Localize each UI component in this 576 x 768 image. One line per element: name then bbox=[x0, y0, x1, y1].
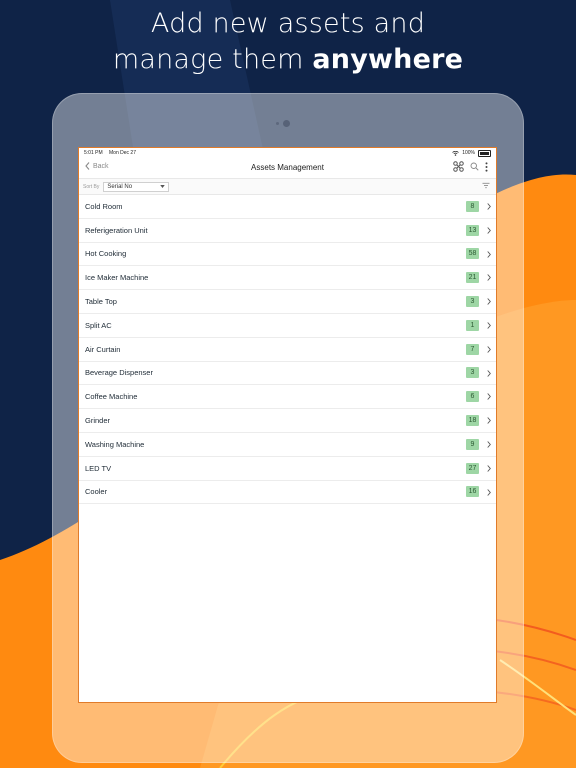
asset-name: Cold Room bbox=[85, 201, 123, 211]
chevron-right-icon bbox=[487, 274, 491, 282]
sort-selected-value: Serial No bbox=[107, 183, 133, 190]
asset-name: Grinder bbox=[85, 416, 111, 426]
asset-name: Beverage Dispenser bbox=[85, 368, 153, 378]
tablet-sensor bbox=[276, 122, 279, 125]
status-time: 5:01 PM bbox=[84, 150, 103, 156]
chevron-right-icon bbox=[487, 227, 491, 234]
asset-name: Cooler bbox=[85, 487, 108, 497]
chevron-right-icon bbox=[487, 298, 491, 305]
asset-name: Table Top bbox=[85, 297, 117, 307]
asset-row[interactable]: Hot Cooking 58 bbox=[79, 243, 496, 267]
asset-row[interactable]: LED TV 27 bbox=[79, 457, 496, 481]
asset-count-badge: 1 bbox=[466, 319, 479, 331]
nav-actions bbox=[453, 161, 488, 172]
asset-name: Ice Maker Machine bbox=[85, 273, 149, 283]
chevron-right-icon bbox=[487, 203, 491, 210]
asset-name: Washing Machine bbox=[85, 439, 145, 449]
battery-icon bbox=[478, 149, 491, 157]
more-vertical-icon[interactable] bbox=[485, 161, 488, 172]
qr-scan-icon[interactable] bbox=[453, 161, 464, 172]
sort-label: Sort By bbox=[83, 183, 100, 190]
asset-row[interactable]: Air Curtain 7 bbox=[79, 338, 496, 362]
asset-row[interactable]: Coffee Machine 6 bbox=[79, 385, 496, 410]
asset-count-badge: 9 bbox=[466, 438, 479, 450]
sort-bar: Sort By Serial No bbox=[79, 179, 496, 195]
asset-row[interactable]: Ice Maker Machine 21 bbox=[79, 266, 496, 291]
chevron-right-icon bbox=[487, 322, 491, 329]
chevron-right-icon bbox=[487, 417, 491, 424]
asset-count-badge: 13 bbox=[466, 224, 479, 236]
wifi-icon bbox=[452, 150, 459, 156]
asset-count-badge: 6 bbox=[466, 391, 479, 403]
battery-percent: 100% bbox=[462, 150, 475, 156]
asset-name: Hot Cooking bbox=[85, 249, 127, 259]
promo-headline: Add new assets and manage them anywhere bbox=[0, 6, 576, 78]
chevron-right-icon bbox=[487, 488, 491, 496]
asset-name: LED TV bbox=[85, 463, 112, 473]
asset-row[interactable]: Cold Room 8 bbox=[79, 195, 496, 219]
tablet-camera bbox=[283, 120, 290, 127]
asset-row[interactable]: Cooler 16 bbox=[79, 481, 496, 505]
asset-name: Referigeration Unit bbox=[85, 225, 148, 235]
asset-count-badge: 21 bbox=[466, 272, 479, 284]
nav-bar: Back Assets Management bbox=[79, 158, 496, 179]
asset-count-badge: 3 bbox=[466, 367, 479, 379]
asset-row[interactable]: Grinder 18 bbox=[79, 409, 496, 433]
asset-row[interactable]: Split AC 1 bbox=[79, 314, 496, 338]
chevron-right-icon bbox=[487, 441, 491, 448]
chevron-right-icon bbox=[487, 393, 491, 401]
headline-line-2: manage them anywhere bbox=[0, 42, 576, 78]
status-left: 5:01 PM Mon Dec 27 bbox=[84, 150, 141, 156]
asset-count-badge: 7 bbox=[466, 343, 479, 355]
search-icon[interactable] bbox=[470, 162, 479, 171]
headline-line-2-text: manage them bbox=[112, 44, 313, 75]
asset-row[interactable]: Beverage Dispenser 3 bbox=[79, 362, 496, 386]
chevron-right-icon bbox=[487, 369, 491, 377]
asset-count-badge: 16 bbox=[466, 486, 479, 498]
asset-count-badge: 3 bbox=[466, 296, 479, 308]
asset-name: Split AC bbox=[85, 320, 112, 330]
status-right: 100% bbox=[452, 149, 491, 157]
asset-row[interactable]: Washing Machine 9 bbox=[79, 433, 496, 457]
sort-select[interactable]: Serial No bbox=[103, 181, 170, 192]
headline-emphasis: anywhere bbox=[312, 44, 464, 75]
status-date: Mon Dec 27 bbox=[109, 150, 136, 156]
asset-count-badge: 8 bbox=[466, 200, 479, 212]
asset-row[interactable]: Referigeration Unit 13 bbox=[79, 219, 496, 243]
chevron-right-icon bbox=[487, 345, 491, 353]
headline-line-1: Add new assets and bbox=[150, 8, 426, 39]
asset-count-badge: 18 bbox=[466, 415, 479, 427]
asset-list: Cold Room 8 Referigeration Unit 13 Hot Coo… bbox=[79, 195, 496, 505]
app-screen: 5:01 PM Mon Dec 27 100% Back Assets Mana… bbox=[79, 148, 496, 702]
page-title: Assets Management bbox=[251, 163, 324, 172]
status-bar: 5:01 PM Mon Dec 27 100% bbox=[79, 148, 496, 158]
filter-icon[interactable] bbox=[482, 182, 490, 189]
caret-down-icon bbox=[160, 185, 166, 188]
asset-count-badge: 58 bbox=[466, 248, 479, 260]
asset-count-badge: 27 bbox=[466, 462, 479, 474]
chevron-right-icon bbox=[487, 464, 491, 472]
asset-name: Coffee Machine bbox=[85, 392, 138, 402]
chevron-right-icon bbox=[487, 250, 491, 258]
asset-name: Air Curtain bbox=[85, 344, 121, 354]
asset-row[interactable]: Table Top 3 bbox=[79, 290, 496, 314]
